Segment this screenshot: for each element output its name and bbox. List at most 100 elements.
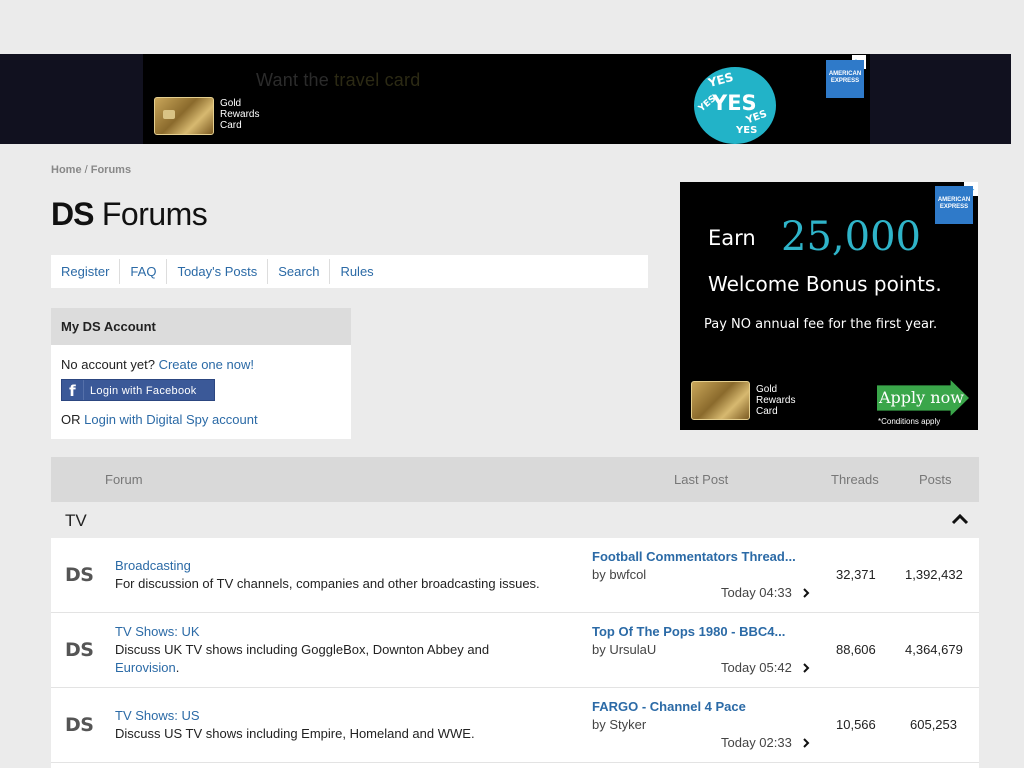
my-account-heading: My DS Account xyxy=(51,308,351,345)
last-post-author: by UrsulaU xyxy=(592,642,656,657)
nav-search-link[interactable]: Search xyxy=(268,259,331,284)
forum-table-header: Forum Last Post Threads Posts xyxy=(51,457,979,502)
top-ad-headline: Want the travel card xyxy=(256,70,420,91)
no-account-text: No account yet? xyxy=(61,357,159,372)
nav-register-link[interactable]: Register xyxy=(51,259,121,284)
ds-forum-icon: DS xyxy=(65,564,94,586)
last-post-username: Styker xyxy=(609,717,647,732)
last-post-time: Today 04:33 xyxy=(721,585,792,600)
nav-faq-link[interactable]: FAQ xyxy=(120,259,168,284)
last-post-title-link[interactable]: Football Commentators Thread... xyxy=(592,549,796,564)
card-label-line: Rewards xyxy=(220,109,260,120)
yes-word: YES xyxy=(706,69,735,91)
last-post-by-prefix: by xyxy=(592,567,610,582)
amex-logo-line: AMERICAN xyxy=(828,71,862,77)
header-posts: Posts xyxy=(919,472,952,487)
gold-card-image xyxy=(691,381,750,420)
forum-description: Discuss UK TV shows including GoggleBox,… xyxy=(115,641,585,677)
amex-logo-line: EXPRESS xyxy=(830,78,860,84)
page-title-text: Forums xyxy=(93,196,208,232)
forum-row: DS Broadcasting For discussion of TV cha… xyxy=(51,538,979,613)
thread-count: 88,606 xyxy=(836,642,876,657)
last-post-author: by Styker xyxy=(592,717,646,732)
side-ad-welcome: Welcome Bonus points. xyxy=(708,272,942,296)
eurovision-link[interactable]: Eurovision xyxy=(115,660,176,675)
chevron-right-icon[interactable] xyxy=(802,663,810,673)
forum-description: For discussion of TV channels, companies… xyxy=(115,576,540,591)
top-banner-ad[interactable]: Want the travel card Gold Rewards Card Y… xyxy=(143,54,870,144)
side-banner-ad[interactable]: ▷ AMERICAN EXPRESS Earn 25,000 Welcome B… xyxy=(680,182,978,430)
breadcrumb-forums-link[interactable]: Forums xyxy=(91,164,131,176)
gold-card-image xyxy=(154,97,214,135)
last-post-time: Today 05:42 xyxy=(721,660,792,675)
side-ad-card-label: Gold Rewards Card xyxy=(756,384,795,417)
breadcrumb: Home / Forums xyxy=(51,164,131,176)
breadcrumb-separator: / xyxy=(81,164,91,176)
card-label-line: Gold xyxy=(220,98,242,109)
last-post-username: UrsulaU xyxy=(609,642,657,657)
card-label-line: Rewards xyxy=(756,395,796,406)
forum-description-end: . xyxy=(175,660,180,675)
header-last-post: Last Post xyxy=(674,472,729,487)
forum-row: DS TV Shows: UK Discuss UK TV shows incl… xyxy=(51,613,979,688)
side-ad-points-number: 25,000 xyxy=(781,214,921,260)
post-count: 1,392,432 xyxy=(905,567,963,582)
yes-circle-graphic: YES YES YES YES YES xyxy=(694,67,776,144)
last-post-by-prefix: by xyxy=(592,642,610,657)
no-account-line: No account yet? Create one now! xyxy=(61,357,254,372)
forum-table: Forum Last Post Threads Posts TV DS Broa… xyxy=(51,457,979,768)
amex-logo-line: AMERICAN xyxy=(937,197,971,203)
chevron-right-icon[interactable] xyxy=(802,738,810,748)
yes-word: YES xyxy=(736,125,758,136)
amex-logo: AMERICAN EXPRESS xyxy=(935,186,973,224)
last-post-username: bwfcol xyxy=(609,567,647,582)
chevron-right-icon[interactable] xyxy=(802,588,810,598)
login-ds-account-link[interactable]: Login with Digital Spy account xyxy=(84,412,257,427)
nav-todays-posts-link[interactable]: Today's Posts xyxy=(167,259,269,284)
page-title-brand: DS xyxy=(51,196,94,232)
last-post-time: Today 02:33 xyxy=(721,735,792,750)
nav-rules-link[interactable]: Rules xyxy=(330,259,383,284)
forum-title-link[interactable]: TV Shows: UK xyxy=(115,624,200,639)
section-title: TV xyxy=(65,511,87,530)
forum-description: Discuss US TV shows including Empire, Ho… xyxy=(115,726,475,741)
breadcrumb-home-link[interactable]: Home xyxy=(51,164,82,176)
last-post-title-link[interactable]: FARGO - Channel 4 Pace xyxy=(592,699,746,714)
chevron-up-icon[interactable] xyxy=(951,512,969,526)
ds-forum-icon: DS xyxy=(65,714,94,736)
apply-now-button[interactable]: Apply now xyxy=(877,380,969,416)
ds-login-line: OR Login with Digital Spy account xyxy=(61,412,258,427)
or-text: OR xyxy=(61,412,85,427)
post-count: 605,253 xyxy=(910,717,957,732)
page-title: DS Forums xyxy=(51,196,208,233)
top-ad-headline-highlight: travel card xyxy=(334,70,421,90)
side-ad-earn: Earn xyxy=(708,226,756,250)
thread-count: 10,566 xyxy=(836,717,876,732)
card-label-line: Gold xyxy=(756,384,778,395)
create-account-link[interactable]: Create one now! xyxy=(159,357,254,372)
forum-row: DS TV Shows: US Discuss US TV shows incl… xyxy=(51,688,979,763)
forum-title-link[interactable]: TV Shows: US xyxy=(115,708,200,723)
login-facebook-button[interactable]: f Login with Facebook xyxy=(61,379,215,401)
conditions-apply-text: *Conditions apply xyxy=(878,417,941,426)
header-forum: Forum xyxy=(105,472,143,487)
header-threads: Threads xyxy=(831,472,879,487)
login-facebook-label: Login with Facebook xyxy=(90,385,197,397)
last-post-title-link[interactable]: Top Of The Pops 1980 - BBC4... xyxy=(592,624,785,639)
amex-logo-line: EXPRESS xyxy=(939,204,969,210)
side-ad-fee: Pay NO annual fee for the first year. xyxy=(704,317,938,332)
top-ad-headline-text: Want the xyxy=(256,70,335,90)
card-label-line: Card xyxy=(220,120,242,131)
last-post-author: by bwfcol xyxy=(592,567,646,582)
forum-title-link[interactable]: Broadcasting xyxy=(115,558,191,573)
forum-nav-bar: Register FAQ Today's Posts Search Rules xyxy=(51,255,648,288)
forum-description-text: Discuss UK TV shows including GoggleBox,… xyxy=(115,642,490,657)
section-tv[interactable]: TV xyxy=(51,502,979,538)
amex-logo: AMERICAN EXPRESS xyxy=(826,60,864,98)
top-ad-card-label: Gold Rewards Card xyxy=(220,98,259,131)
last-post-by-prefix: by xyxy=(592,717,610,732)
my-account-panel: My DS Account No account yet? Create one… xyxy=(51,308,351,439)
card-label-line: Card xyxy=(756,406,778,417)
thread-count: 32,371 xyxy=(836,567,876,582)
facebook-icon: f xyxy=(62,380,84,400)
